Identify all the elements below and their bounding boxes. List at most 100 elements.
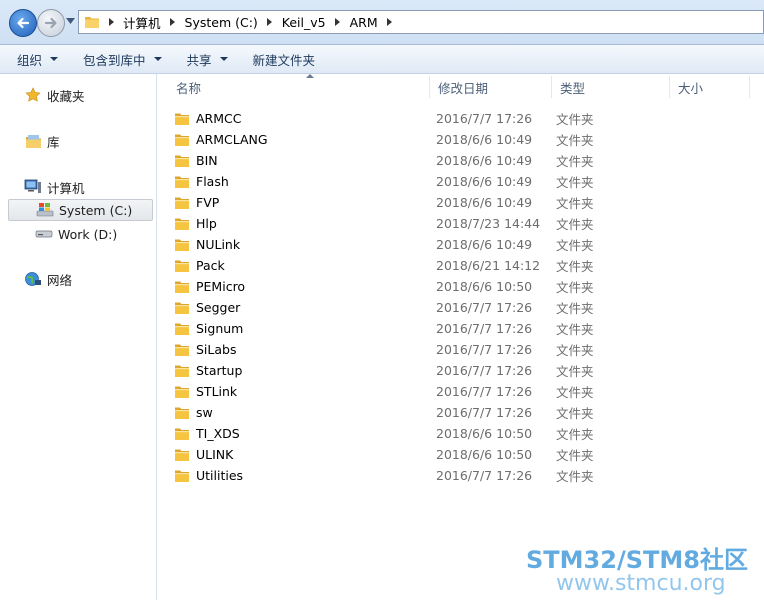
file-type: 文件夹 [556,280,594,295]
file-name: SiLabs [196,342,237,357]
file-row[interactable]: Startup 2016/7/7 17:26 文件夹 [174,360,614,381]
column-name-label: 名称 [176,80,202,96]
file-date: 2016/7/7 17:26 [436,384,533,399]
file-type: 文件夹 [556,406,594,421]
file-row[interactable]: STLink 2016/7/7 17:26 文件夹 [174,381,614,402]
file-date: 2016/7/7 17:26 [436,405,533,420]
file-row[interactable]: PEMicro 2018/6/6 10:50 文件夹 [174,276,614,297]
address-bar-area: 计算机 System (C:) Keil_v5 ARM [0,0,764,44]
file-row[interactable]: Flash 2018/6/6 10:49 文件夹 [174,171,614,192]
folder-icon [175,407,189,419]
column-date-label: 修改日期 [438,80,489,96]
file-row[interactable]: ARMCC 2016/7/7 17:26 文件夹 [174,108,614,129]
file-type: 文件夹 [556,217,594,232]
chevron-right-icon[interactable] [103,18,119,26]
column-header-type[interactable]: 类型 [552,76,670,98]
file-name: sw [196,405,213,420]
nav-favorites[interactable]: 收藏夹 [24,84,85,106]
share-label: 共享 [186,52,212,68]
file-name: Hlp [196,216,217,231]
file-name: ARMCLANG [196,132,268,147]
star-icon [24,86,42,104]
file-name: Segger [196,300,241,315]
recent-pages-dropdown-icon[interactable] [66,18,75,24]
organize-button[interactable]: 组织 [0,45,66,73]
file-name: Pack [196,258,225,273]
breadcrumb-keil[interactable]: Keil_v5 [278,15,330,30]
file-date: 2018/6/6 10:49 [436,195,533,210]
chevron-right-icon[interactable] [382,18,398,26]
file-row[interactable]: ARMCLANG 2018/6/6 10:49 文件夹 [174,129,614,150]
file-date: 2018/6/6 10:49 [436,153,533,168]
file-row[interactable]: ULINK 2018/6/6 10:50 文件夹 [174,444,614,465]
forward-button[interactable] [37,9,65,37]
include-in-library-button[interactable]: 包含到库中 [66,45,170,73]
column-header-name[interactable]: 名称 [168,74,430,98]
breadcrumb-computer[interactable]: 计算机 [119,13,165,32]
new-folder-button[interactable]: 新建文件夹 [236,45,324,73]
folder-icon [175,365,189,377]
folder-icon [175,176,189,188]
file-row[interactable]: TI_XDS 2018/6/6 10:50 文件夹 [174,423,614,444]
file-name: FVP [196,195,220,210]
file-list: ARMCC 2016/7/7 17:26 文件夹 ARMCLANG 2018/6/6 1… [174,108,614,486]
file-row[interactable]: SiLabs 2016/7/7 17:26 文件夹 [174,339,614,360]
column-type-label: 类型 [560,80,586,96]
file-row[interactable]: Utilities 2016/7/7 17:26 文件夹 [174,465,614,486]
file-row[interactable]: Segger 2016/7/7 17:26 文件夹 [174,297,614,318]
file-type: 文件夹 [556,175,594,190]
file-type: 文件夹 [556,322,594,337]
file-type: 文件夹 [556,343,594,358]
file-row[interactable]: Signum 2016/7/7 17:26 文件夹 [174,318,614,339]
file-name: Startup [196,363,243,378]
nav-drive-d[interactable]: Work (D:) [35,223,117,245]
watermark: STM32/STM8社区 www.stmcu.org [526,540,764,596]
system-drive-icon [36,201,54,219]
folder-icon [175,344,189,356]
nav-computer-label: 计算机 [47,180,85,196]
file-name: BIN [196,153,218,168]
file-type: 文件夹 [556,154,594,169]
watermark-url: www.stmcu.org [556,571,726,596]
column-headers: 名称 修改日期 类型 大小 [158,74,764,98]
file-row[interactable]: NULink 2018/6/6 10:49 文件夹 [174,234,614,255]
nav-drive-c[interactable]: System (C:) [8,199,153,221]
breadcrumb-arm[interactable]: ARM [346,15,382,30]
file-type: 文件夹 [556,238,594,253]
file-row[interactable]: BIN 2018/6/6 10:49 文件夹 [174,150,614,171]
chevron-right-icon[interactable] [165,18,181,26]
file-row[interactable]: sw 2016/7/7 17:26 文件夹 [174,402,614,423]
file-name: Signum [196,321,244,336]
nav-libraries[interactable]: 库 [24,130,60,152]
column-size-label: 大小 [678,80,704,96]
nav-network[interactable]: 网络 [24,268,72,290]
file-name: ARMCC [196,111,242,126]
file-row[interactable]: Hlp 2018/7/23 14:44 文件夹 [174,213,614,234]
watermark-title: STM32/STM8社区 [526,546,748,574]
command-toolbar: 组织 包含到库中 共享 新建文件夹 [0,44,764,74]
folder-icon [175,281,189,293]
file-date: 2016/7/7 17:26 [436,363,533,378]
share-button[interactable]: 共享 [170,45,236,73]
file-row[interactable]: Pack 2018/6/21 14:12 文件夹 [174,255,614,276]
file-date: 2018/7/23 14:44 [436,216,541,231]
address-field[interactable]: 计算机 System (C:) Keil_v5 ARM [78,10,764,34]
file-date: 2018/6/6 10:49 [436,174,533,189]
folder-icon [175,302,189,314]
chevron-right-icon[interactable] [262,18,278,26]
breadcrumb-system-c[interactable]: System (C:) [181,15,262,30]
file-date: 2016/7/7 17:26 [436,321,533,336]
nav-computer[interactable]: 计算机 [24,176,85,198]
column-header-size[interactable]: 大小 [670,76,750,98]
file-row[interactable]: FVP 2018/6/6 10:49 文件夹 [174,192,614,213]
file-name: NULink [196,237,241,252]
chevron-right-icon[interactable] [330,18,346,26]
back-button[interactable] [9,9,37,37]
column-header-date[interactable]: 修改日期 [430,76,552,98]
file-type: 文件夹 [556,427,594,442]
arrow-left-icon [17,17,30,29]
file-date: 2018/6/21 14:12 [436,258,541,273]
nav-favorites-label: 收藏夹 [47,88,85,104]
nav-network-label: 网络 [47,272,73,288]
file-type: 文件夹 [556,469,594,484]
